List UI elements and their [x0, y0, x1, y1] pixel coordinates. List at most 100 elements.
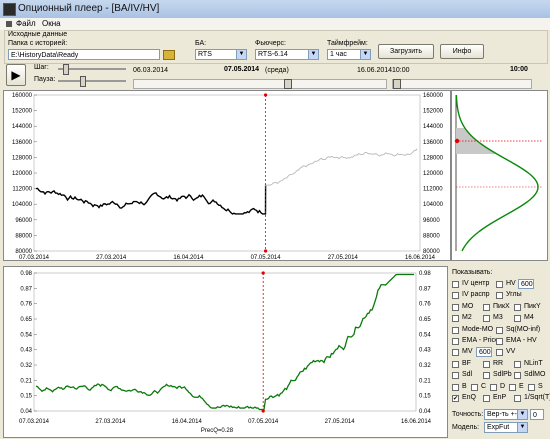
checkbox-s[interactable] — [528, 383, 535, 391]
vol-plot-area — [33, 272, 417, 412]
checkbox-e[interactable] — [509, 383, 516, 391]
pause-slider-thumb[interactable] — [80, 76, 86, 87]
step-label: Шаг: — [34, 64, 49, 71]
vol-y-tick-left: 0.43 — [20, 348, 32, 354]
checkbox-nlint[interactable] — [514, 360, 521, 368]
time-scrollbar[interactable] — [392, 79, 532, 89]
vol-x-tick: 16.06.2014 — [401, 419, 432, 425]
option-label: B — [462, 382, 467, 390]
checkbox-mv[interactable] — [452, 349, 459, 357]
price-x-tick: 16.06.2014 — [405, 255, 436, 260]
vol-y-tick-left: 0.54 — [20, 332, 32, 338]
checkbox-m3[interactable] — [483, 315, 490, 323]
price-y-tick-left: 136000 — [12, 140, 33, 146]
vol-marker-bottom-dot — [261, 409, 265, 413]
checkbox-rr[interactable] — [483, 360, 490, 368]
vol-marker-top-dot — [261, 271, 265, 275]
precision-select[interactable]: Вер-ть +-1 ▼ — [484, 409, 528, 420]
checkbox-ema-hv[interactable] — [496, 338, 503, 345]
date-scrollbar[interactable] — [133, 79, 387, 89]
checkbox-c[interactable] — [471, 383, 478, 391]
option-label: Углы — [506, 291, 522, 299]
marker-bottom-dot — [264, 249, 268, 253]
checkbox-пикy[interactable] — [514, 303, 521, 311]
model-select[interactable]: ExpFut ▼ — [484, 422, 528, 433]
time-scroll-thumb[interactable] — [393, 79, 401, 89]
checkbox-mode-mo[interactable] — [452, 326, 459, 334]
folder-input[interactable]: E:\HistoryData\Ready — [8, 49, 160, 60]
vol-y-tick-right: 0.15 — [419, 394, 431, 400]
checkbox-sdlmo[interactable] — [514, 372, 521, 380]
price-y-tick-left: 144000 — [12, 124, 33, 130]
step-slider-thumb[interactable] — [63, 64, 69, 75]
menu-bar: Файл Окна — [0, 18, 550, 30]
info-button[interactable]: Инфо — [440, 44, 484, 59]
ba-select[interactable]: RTS ▼ — [195, 49, 247, 60]
checkbox-mo[interactable] — [452, 303, 459, 311]
price-y-tick-left: 128000 — [12, 155, 33, 161]
option-label: NLinT — [524, 359, 543, 367]
timeframe-label: Таймфрейм: — [327, 40, 368, 47]
option-label: IV распр — [462, 291, 490, 299]
menu-file[interactable]: Файл — [16, 19, 36, 28]
option-label: MV — [462, 348, 473, 356]
checkbox-sdl[interactable] — [452, 372, 459, 380]
chevron-down-icon: ▼ — [236, 50, 246, 59]
show-panel: Показывать: IV центр HV 600 IV распр Углы MO П… — [448, 266, 550, 438]
price-y-tick-left: 152000 — [12, 109, 33, 115]
vol-x-tick: 16.04.2014 — [172, 419, 203, 425]
checkbox-sq-mo-inf-[interactable] — [496, 326, 503, 334]
option-label: HV — [506, 280, 516, 287]
title-bar: Опционный плеер - [BA/IV/HV] — [0, 0, 550, 19]
end-date: 16.06.2014 — [357, 67, 393, 74]
date-scroll-thumb[interactable] — [284, 79, 292, 89]
checkbox-hv[interactable] — [496, 281, 503, 288]
chevron-down-icon: ▼ — [308, 50, 318, 59]
price-chart: 160000 160000 152000 152000 144000 144000 1360… — [12, 93, 444, 260]
play-button[interactable]: ▶ — [6, 64, 26, 86]
checkbox-1-sqrt-t-[interactable] — [514, 395, 521, 402]
price-y-tick-right: 112000 — [423, 187, 443, 193]
option-label: Sq(MO-inf) — [506, 325, 541, 333]
vol-x-tick: 07.03.2014 — [19, 419, 50, 425]
price-y-tick-left: 88000 — [15, 233, 32, 239]
checkbox-пикx[interactable] — [483, 303, 490, 311]
checkbox-d[interactable] — [490, 383, 497, 391]
price-plot-area — [33, 94, 421, 252]
checkbox-bf[interactable] — [452, 360, 459, 368]
folder-label: Папка с историей: — [8, 40, 68, 47]
option-label: ПикY — [524, 302, 541, 310]
checkbox-enq[interactable]: ✔ — [452, 395, 459, 402]
menu-windows[interactable]: Окна — [42, 19, 61, 28]
price-chart-panel: 160000 160000 152000 152000 144000 144000 1360… — [3, 90, 451, 261]
option-label: Sdl — [462, 371, 473, 379]
pause-slider[interactable] — [58, 80, 126, 82]
checkbox-ema-price[interactable] — [452, 338, 459, 345]
vol-y-tick-right: 0.98 — [419, 271, 431, 277]
option-label: C — [481, 382, 487, 390]
vol-y-tick-left: 0.98 — [20, 271, 32, 277]
checkbox-iv-распр[interactable] — [452, 292, 459, 300]
checkbox-углы[interactable] — [496, 292, 503, 300]
option-value-input[interactable]: 600 — [476, 347, 492, 358]
option-label: M4 — [524, 314, 534, 322]
checkbox-vv[interactable] — [496, 349, 503, 357]
checkbox-b[interactable] — [452, 383, 459, 391]
option-label: EMA - HV — [506, 337, 537, 344]
option-label: BF — [462, 359, 471, 367]
load-button[interactable]: Загрузить — [378, 44, 434, 59]
timeframe-select[interactable]: 1 час ▼ — [327, 49, 371, 60]
timeframe-value: 1 час — [330, 51, 347, 58]
checkbox-m4[interactable] — [514, 315, 521, 323]
folder-open-icon[interactable] — [163, 50, 175, 60]
option-value-input[interactable]: 600 — [518, 279, 534, 289]
vol-y-tick-left: 0.65 — [20, 317, 32, 323]
futures-value: RTS-6.14 — [258, 51, 288, 58]
futures-select[interactable]: RTS-6.14 ▼ — [255, 49, 319, 60]
checkbox-m2[interactable] — [452, 315, 459, 323]
checkbox-sdlpb[interactable] — [483, 372, 490, 380]
checkbox-enp[interactable] — [483, 395, 490, 402]
checkbox-iv-центр[interactable] — [452, 281, 459, 288]
start-date: 06.03.2014 — [133, 67, 169, 74]
precision-number[interactable]: 0 — [530, 409, 544, 420]
